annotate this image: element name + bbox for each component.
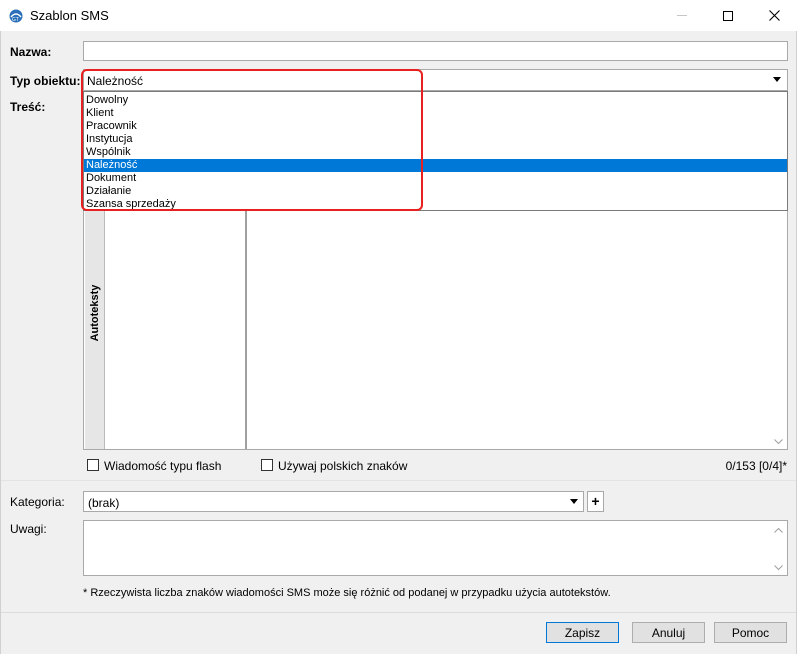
highlight-annotation [81,69,423,211]
close-icon [768,10,780,21]
polish-chars-label: Używaj polskich znaków [278,459,408,473]
polish-chars-checkbox[interactable] [261,459,273,471]
window-title: Szablon SMS [30,8,109,23]
typ-obiektu-label: Typ obiektu: [10,74,81,88]
footnote: * Rzeczywista liczba znaków wiadomości S… [83,587,611,599]
uwagi-textarea[interactable] [83,520,788,576]
svg-text:GT: GT [12,17,19,23]
chevron-down-icon[interactable] [773,77,781,82]
kategoria-combo[interactable]: (brak) [83,491,584,512]
char-counter: 0/153 [0/4]* [725,459,787,473]
nazwa-input[interactable] [83,41,788,61]
save-button[interactable]: Zapisz [546,622,619,643]
scroll-down-icon[interactable] [774,565,783,571]
uwagi-label: Uwagi: [10,522,47,536]
minimize-button[interactable] [659,0,705,31]
autotexts-label: Autoteksty [89,284,101,342]
flash-checkbox[interactable] [87,459,99,471]
scroll-up-icon[interactable] [774,527,783,533]
separator [1,480,796,481]
close-button[interactable] [751,0,797,31]
help-button[interactable]: Pomoc [714,622,787,643]
maximize-icon [723,10,733,21]
scroll-down-icon[interactable] [774,439,783,445]
tresc-label: Treść: [10,100,46,114]
chevron-down-icon[interactable] [570,499,578,504]
button-bar-separator [1,612,796,613]
app-logo-icon: GT [9,9,23,23]
add-category-button[interactable]: + [587,491,604,512]
minimize-icon [677,15,687,16]
autotexts-panel[interactable] [105,207,247,449]
flash-label: Wiadomość typu flash [104,459,222,473]
cancel-button[interactable]: Anuluj [632,622,705,643]
maximize-button[interactable] [705,0,751,31]
kategoria-value: (brak) [88,496,120,510]
kategoria-label: Kategoria: [10,495,65,509]
nazwa-label: Nazwa: [10,45,52,59]
title-bar: GT Szablon SMS [0,0,797,31]
dialog-body: Nazwa: Typ obiektu: Należność Treść: Aut… [0,31,797,654]
